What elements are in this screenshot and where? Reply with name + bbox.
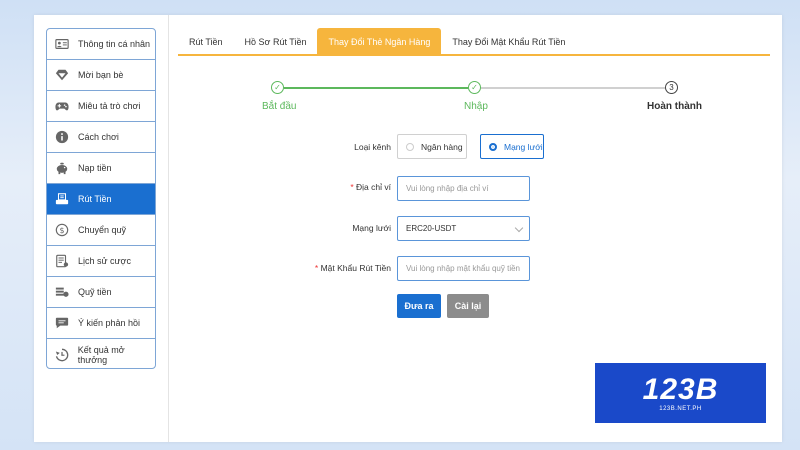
sidebar-item-label: Kết quả mở thưởng xyxy=(77,344,125,365)
sidebar-item-label: Thông tin cá nhân xyxy=(78,39,151,49)
withdraw-password-label: * Mật Khẩu Rút Tiền xyxy=(281,263,391,273)
radio-network-label: Mạng lưới xyxy=(504,141,543,152)
sidebar-item-withdraw[interactable]: Rút Tiền xyxy=(47,184,155,215)
step-2-check-icon: ✓ xyxy=(468,81,481,94)
withdraw-password-label-text: Mật Khẩu Rút Tiền xyxy=(320,263,391,273)
sidebar-item-label: Quỹ tiền xyxy=(78,287,112,297)
money-stack-icon xyxy=(54,284,70,300)
brand-logo-text: 123B xyxy=(642,372,719,406)
withdraw-icon xyxy=(54,191,70,207)
chat-bubble-icon xyxy=(54,315,70,331)
step-connector-done xyxy=(284,87,468,89)
network-select[interactable]: ERC20-USDT xyxy=(397,216,530,241)
wallet-address-label: * Địa chỉ ví xyxy=(281,182,391,192)
sidebar-item-draw-results[interactable]: Kết quả mở thưởng xyxy=(47,339,155,370)
radio-bank-label: Ngân hàng xyxy=(421,141,463,152)
step-3-label: Hoàn thành xyxy=(647,101,702,112)
gamepad-icon xyxy=(54,98,70,114)
step-1-label: Bắt đầu xyxy=(262,101,297,112)
sidebar-item-invite[interactable]: Mời bạn bè xyxy=(47,60,155,91)
wallet-address-label-text: Địa chỉ ví xyxy=(356,182,391,192)
reset-button[interactable]: Cài lại xyxy=(447,294,489,318)
sidebar-item-label: Rút Tiền xyxy=(78,194,112,204)
tab-underline xyxy=(178,54,770,56)
wallet-address-input[interactable] xyxy=(397,176,530,201)
sidebar-item-how-to-play[interactable]: Cách chơi xyxy=(47,122,155,153)
sidebar-item-label: Miêu tả trò chơi xyxy=(78,101,141,111)
radio-network-dot xyxy=(489,142,497,151)
tab-change-bank-card[interactable]: Thay Đổi Thẻ Ngân Hàng xyxy=(317,28,442,55)
sidebar-item-funds[interactable]: Quỹ tiền xyxy=(47,277,155,308)
dollar-coin-icon: $ xyxy=(54,222,70,238)
sidebar-item-label: Ý kiến phản hồi xyxy=(78,318,141,328)
tab-withdraw-records[interactable]: Hồ Sơ Rút Tiền xyxy=(234,28,318,55)
sidebar-item-game-description[interactable]: Miêu tả trò chơi xyxy=(47,91,155,122)
channel-type-label: Loại kênh xyxy=(354,142,391,152)
step-1-check-icon: ✓ xyxy=(271,81,284,94)
tab-withdraw[interactable]: Rút Tiền xyxy=(178,28,234,55)
diamond-icon xyxy=(54,67,70,83)
submit-button[interactable]: Đưa ra xyxy=(397,294,441,318)
user-card-icon xyxy=(54,36,70,52)
tab-bar: Rút Tiền Hồ Sơ Rút Tiền Thay Đổi Thẻ Ngâ… xyxy=(178,28,576,55)
sidebar-item-transfer[interactable]: $ Chuyển quỹ xyxy=(47,215,155,246)
sidebar-item-label: Cách chơi xyxy=(78,132,119,142)
info-icon xyxy=(54,129,70,145)
sidebar-item-label: Lịch sử cược xyxy=(78,256,131,266)
radio-network[interactable]: Mạng lưới xyxy=(480,134,544,159)
required-mark: * xyxy=(314,263,319,273)
svg-text:$: $ xyxy=(59,226,64,235)
history-list-icon xyxy=(54,253,70,269)
step-3-number: 3 xyxy=(665,81,678,94)
sidebar-item-label: Mời bạn bè xyxy=(78,70,124,80)
sidebar-divider xyxy=(168,15,169,442)
sidebar-item-label: Chuyển quỹ xyxy=(78,225,127,235)
sidebar-item-deposit[interactable]: Nạp tiền xyxy=(47,153,155,184)
required-mark: * xyxy=(350,182,354,192)
brand-logo: 123B 123B.NET.PH xyxy=(595,363,766,423)
sidebar-item-feedback[interactable]: Ý kiến phản hồi xyxy=(47,308,155,339)
sidebar-item-bet-history[interactable]: Lịch sử cược xyxy=(47,246,155,277)
step-2-label: Nhập xyxy=(464,101,488,112)
radio-bank-dot xyxy=(406,142,414,151)
sidebar: Thông tin cá nhân Mời bạn bè Miêu tả trò… xyxy=(46,28,156,369)
network-select-value: ERC20-USDT xyxy=(406,224,457,233)
clock-history-icon xyxy=(54,347,70,363)
radio-bank[interactable]: Ngân hàng xyxy=(397,134,467,159)
piggy-bank-icon xyxy=(54,160,70,176)
tab-change-withdraw-password[interactable]: Thay Đổi Mật Khẩu Rút Tiền xyxy=(441,28,576,55)
sidebar-item-label: Nạp tiền xyxy=(78,163,112,173)
network-label: Mạng lưới xyxy=(352,223,391,233)
sidebar-item-profile[interactable]: Thông tin cá nhân xyxy=(47,29,155,60)
step-connector-pending xyxy=(481,87,665,89)
brand-logo-domain: 123B.NET.PH xyxy=(659,405,702,412)
withdraw-password-input[interactable] xyxy=(397,256,530,281)
chevron-down-icon xyxy=(514,223,524,233)
